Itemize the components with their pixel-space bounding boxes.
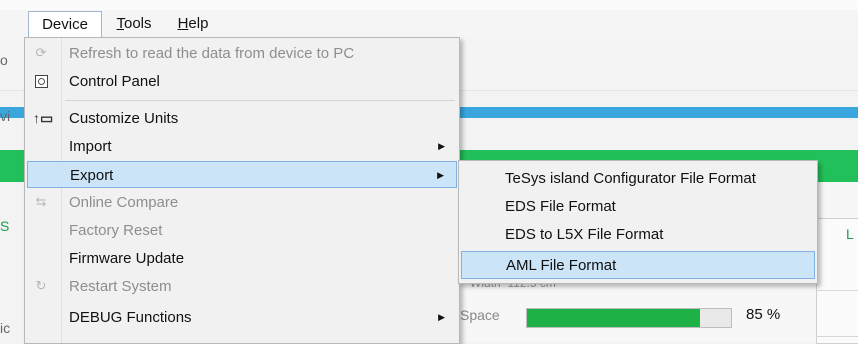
text-fragment: vi	[0, 108, 11, 124]
submenu-item-tesys-configurator[interactable]: TeSys island Configurator File Format	[461, 165, 815, 193]
compare-icon: ⇆	[35, 194, 47, 209]
space-label: Space	[460, 307, 500, 323]
menu-item-refresh[interactable]: ⟳ Refresh to read the data from device t…	[27, 40, 457, 67]
menu-device[interactable]: Device	[28, 11, 102, 39]
menu-item-factory-reset[interactable]: Factory Reset	[27, 217, 457, 244]
text-fragment: L	[846, 226, 854, 242]
submenu-item-aml[interactable]: AML File Format	[461, 251, 815, 279]
menu-separator	[65, 100, 455, 101]
restart-icon: ↻	[35, 278, 47, 293]
submenu-item-eds-to-l5x[interactable]: EDS to L5X File Format	[461, 221, 815, 249]
units-icon: ↑▭	[33, 110, 54, 126]
text-fragment: ic	[0, 320, 11, 336]
menu-item-debug-functions[interactable]: DEBUG Functions ▶	[27, 304, 457, 331]
export-submenu: TeSys island Configurator File Format ED…	[458, 160, 818, 284]
menu-tools[interactable]: Tools	[108, 12, 160, 36]
menu-item-export[interactable]: Export ▶	[27, 161, 457, 188]
space-progress-bar	[526, 308, 732, 328]
submenu-item-eds[interactable]: EDS File Format	[461, 193, 815, 221]
menu-item-restart-system[interactable]: ↻ Restart System	[27, 273, 457, 300]
menu-item-online-compare[interactable]: ⇆ Online Compare	[27, 189, 457, 216]
submenu-arrow-icon: ▶	[438, 312, 445, 322]
submenu-arrow-icon: ▶	[438, 141, 445, 151]
submenu-arrow-icon: ▶	[437, 170, 444, 180]
refresh-icon: ⟳	[35, 45, 47, 60]
header-strip	[456, 107, 858, 118]
text-fragment: o	[0, 52, 8, 68]
divider	[816, 290, 858, 291]
device-menu: ⟳ Refresh to read the data from device t…	[24, 37, 460, 344]
divider	[816, 336, 858, 337]
menu-bar: Device Tools Help	[0, 0, 858, 39]
menu-item-control-panel[interactable]: Control Panel	[27, 68, 457, 95]
progress-fill	[527, 309, 701, 327]
menu-item-import[interactable]: Import ▶	[27, 133, 457, 160]
text-fragment: S	[0, 218, 10, 234]
progress-percent: 85 %	[746, 306, 781, 323]
menu-item-firmware-update[interactable]: Firmware Update	[27, 245, 457, 272]
menu-item-customize-units[interactable]: ↑▭ Customize Units	[27, 105, 457, 132]
menu-help[interactable]: Help	[168, 12, 218, 36]
control-panel-icon	[35, 75, 48, 88]
